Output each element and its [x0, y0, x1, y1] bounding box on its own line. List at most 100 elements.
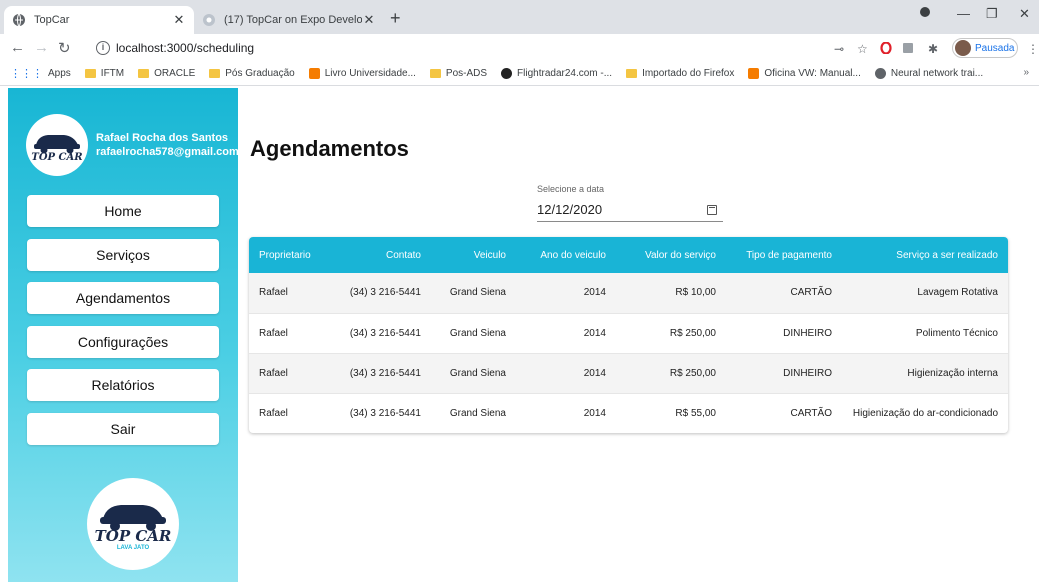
cell-year: 2014 — [516, 353, 616, 394]
column-header[interactable]: Veiculo — [431, 237, 516, 273]
tab-close-icon[interactable]: ✕ — [362, 12, 376, 28]
cell-vehicle: Grand Siena — [431, 313, 516, 354]
calendar-icon[interactable] — [707, 204, 717, 215]
column-header[interactable]: Serviço a ser realizado — [842, 237, 1008, 273]
bookmark-label: Pos-ADS — [445, 68, 488, 79]
bookmark-label: Importado do Firefox — [642, 68, 735, 79]
bookmark-label: Flightradar24.com -... — [517, 68, 613, 79]
address-bar[interactable]: i localhost:3000/scheduling — [96, 37, 926, 59]
cell-contact: (34) 3 216-5441 — [328, 273, 431, 314]
bookmark-label: Oficina VW: Manual... — [764, 68, 861, 79]
bookmark-neural[interactable]: Neural network trai... — [874, 68, 983, 79]
tab-close-icon[interactable]: ✕ — [172, 12, 186, 28]
cell-service: Higienização do ar-condicionado — [852, 407, 998, 419]
cell-year: 2014 — [516, 313, 616, 354]
user-name: Rafael Rocha dos Santos — [96, 132, 229, 144]
forward-arrow-icon[interactable]: → — [34, 39, 49, 56]
window-close-icon[interactable]: ✕ — [1019, 6, 1030, 22]
bookmark-pos-ads[interactable]: Pos-ADS — [429, 68, 488, 79]
bookmarks-bar: ⋮⋮⋮ Apps IFTM ORACLE Pós Graduação Livro… — [0, 62, 1039, 86]
opera-icon[interactable] — [880, 41, 892, 57]
cell-payment: DINHEIRO — [726, 353, 842, 394]
main-content: Agendamentos Selecione a data 12/12/2020… — [238, 88, 1039, 582]
nav-home-button[interactable]: Home — [27, 195, 219, 227]
blogger-icon — [748, 68, 760, 79]
cell-owner: Rafael — [249, 273, 328, 314]
info-icon[interactable]: i — [96, 41, 110, 55]
cell-vehicle: Grand Siena — [431, 273, 516, 314]
cell-contact: (34) 3 216-5441 — [349, 407, 421, 419]
nav-configuracoes-button[interactable]: Configurações — [27, 326, 219, 358]
kebab-menu-icon[interactable]: ⋮ — [1027, 42, 1039, 56]
cell-owner: Rafael — [249, 353, 328, 394]
cell-price: R$ 10,00 — [616, 273, 726, 314]
star-icon[interactable]: ☆ — [857, 42, 868, 56]
sidebar: TOP CAR Rafael Rocha dos Santos rafaelro… — [8, 88, 239, 582]
cell-price: R$ 250,00 — [616, 313, 726, 354]
date-input[interactable]: 12/12/2020 — [537, 198, 723, 222]
restore-icon[interactable]: ❐ — [986, 6, 998, 22]
cell-service: Lavagem Rotativa — [842, 273, 1008, 314]
bookmark-iftm[interactable]: IFTM — [84, 68, 124, 79]
table-header-row: Proprietario Contato Veiculo Ano do veic… — [249, 237, 1008, 273]
blogger-icon — [308, 68, 320, 79]
column-header[interactable]: Tipo de pagamento — [726, 237, 842, 273]
new-tab-icon[interactable]: + — [390, 8, 401, 29]
column-header[interactable]: Proprietario — [249, 237, 328, 273]
table-row[interactable]: Rafael (34) 3 216-5441 Grand Siena 2014 … — [249, 273, 1008, 314]
folder-icon — [626, 69, 638, 78]
bookmark-pos-graduacao[interactable]: Pós Graduação — [209, 68, 295, 79]
folder-icon — [138, 69, 150, 78]
folder-icon — [209, 69, 221, 78]
tab-expo[interactable]: (17) TopCar on Expo Developer T ✕ — [194, 6, 384, 34]
table-row[interactable]: Rafael (34) 3 216-5441 Grand Siena 2014 … — [249, 313, 1008, 354]
cell-vehicle: Grand Siena — [431, 353, 516, 394]
date-picker[interactable]: Selecione a data 12/12/2020 — [537, 184, 723, 222]
topcar-logo: TOP CAR — [26, 114, 88, 176]
table-row[interactable]: Rafael (34) 3 216-5441 Grand Siena 2014 … — [249, 393, 1008, 433]
nav-sair-button[interactable]: Sair — [27, 413, 219, 445]
cell-owner: Rafael — [259, 407, 288, 419]
bookmark-oficina[interactable]: Oficina VW: Manual... — [748, 68, 861, 79]
cell-year: 2014 — [583, 407, 606, 419]
puzzle-extensions-icon[interactable]: ✱ — [928, 42, 938, 56]
nav-agendamentos-button[interactable]: Agendamentos — [27, 282, 219, 314]
tab-title: TopCar — [34, 14, 70, 26]
back-arrow-icon[interactable]: ← — [10, 39, 25, 56]
minimize-icon[interactable]: — — [957, 6, 970, 21]
profile-button[interactable]: Pausada — [952, 38, 1018, 58]
reload-icon[interactable]: ↻ — [58, 39, 71, 57]
url-text: localhost:3000/scheduling — [116, 41, 255, 55]
scheduling-table: Proprietario Contato Veiculo Ano do veic… — [249, 237, 1008, 433]
folder-icon — [429, 69, 441, 78]
cell-payment: DINHEIRO — [726, 313, 842, 354]
bookmark-livro[interactable]: Livro Universidade... — [308, 68, 416, 79]
cell-payment: CARTÃO — [790, 407, 833, 419]
cell-contact: (34) 3 216-5441 — [328, 313, 431, 354]
column-header[interactable]: Contato — [328, 237, 431, 273]
browser-tab-bar: TopCar ✕ (17) TopCar on Expo Developer T… — [0, 0, 1039, 34]
cell-vehicle: Grand Siena — [449, 407, 506, 419]
flightradar-icon — [501, 68, 513, 79]
nav-relatorios-button[interactable]: Relatórios — [27, 369, 219, 401]
date-value: 12/12/2020 — [537, 202, 603, 217]
column-header[interactable]: Ano do veiculo — [516, 237, 616, 273]
table-row[interactable]: Rafael (34) 3 216-5441 Grand Siena 2014 … — [249, 353, 1008, 394]
key-icon[interactable]: ⊸ — [834, 42, 844, 56]
bookmarks-overflow-icon[interactable]: » — [1023, 67, 1029, 78]
bookmark-flightradar[interactable]: Flightradar24.com -... — [501, 68, 612, 79]
column-header[interactable]: Valor do serviço — [616, 237, 726, 273]
cell-year: 2014 — [516, 273, 616, 314]
record-icon[interactable] — [919, 6, 931, 21]
avatar — [955, 40, 971, 56]
user-profile: TOP CAR Rafael Rocha dos Santos rafaelro… — [26, 114, 239, 176]
bookmark-firefox[interactable]: Importado do Firefox — [626, 68, 734, 79]
extension-pdf-icon[interactable] — [902, 42, 914, 57]
tab-topcar[interactable]: TopCar ✕ — [4, 6, 194, 34]
apps-grid-icon: ⋮⋮⋮ — [10, 68, 43, 80]
bookmark-apps[interactable]: ⋮⋮⋮ Apps — [10, 67, 71, 80]
tab-title: (17) TopCar on Expo Developer T — [224, 14, 362, 26]
nav-servicos-button[interactable]: Serviços — [27, 239, 219, 271]
bookmark-oracle[interactable]: ORACLE — [138, 68, 195, 79]
cell-owner: Rafael — [249, 313, 328, 354]
